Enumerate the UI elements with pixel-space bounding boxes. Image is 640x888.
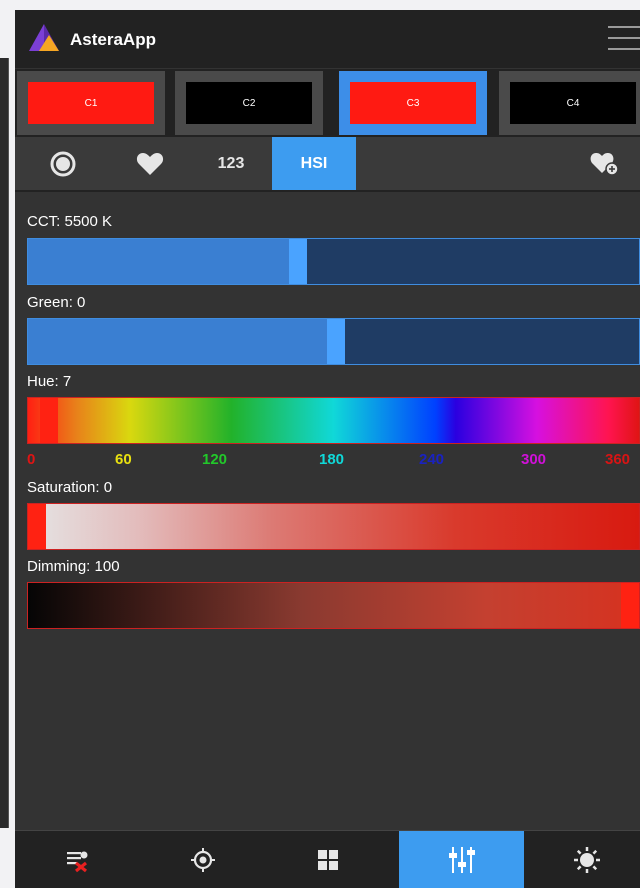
grid-icon	[317, 850, 338, 870]
tab-hsi-label: HSI	[300, 154, 328, 172]
hue-slider[interactable]	[27, 397, 640, 444]
saturation-slider-thumb[interactable]	[28, 504, 46, 549]
fixture-list-remove-icon	[66, 851, 87, 873]
green-slider-fill	[28, 319, 327, 364]
app-title: AsteraApp	[70, 30, 156, 49]
cct-slider[interactable]	[27, 238, 640, 285]
tab-numeric[interactable]: 123	[190, 137, 272, 190]
bottom-nav	[15, 830, 640, 888]
cue-swatch: C2	[186, 82, 312, 124]
menu-icon[interactable]	[608, 26, 640, 52]
color-wheel-icon	[50, 151, 75, 176]
previous-screen-edge	[0, 0, 12, 888]
nav-fixtures[interactable]	[15, 831, 140, 888]
tab-numeric-label: 123	[217, 154, 245, 172]
saturation-slider[interactable]	[27, 503, 640, 550]
astera-app: AsteraApp C1 C2 C3 C4 123 HSI CCT: 5500 …	[15, 10, 640, 888]
tab-color-wheel[interactable]	[15, 137, 110, 190]
cue-bar: C1 C2 C3 C4	[15, 69, 640, 145]
previous-screen-panel	[0, 58, 9, 828]
nav-mixer[interactable]	[399, 831, 524, 888]
cct-slider-fill	[28, 239, 289, 284]
hue-tick-label: 60	[115, 451, 132, 468]
settings-sun-icon	[573, 847, 600, 873]
locate-icon	[190, 848, 215, 872]
saturation-label: Saturation: 0	[27, 479, 113, 496]
cue-button-c1[interactable]: C1	[17, 71, 165, 135]
dimming-slider[interactable]	[27, 582, 640, 629]
hue-tick-label: 360	[605, 451, 631, 468]
nav-locate[interactable]	[140, 831, 265, 888]
add-favorite-button[interactable]	[570, 137, 640, 190]
astera-logo-icon	[29, 24, 59, 51]
hue-slider-thumb[interactable]	[40, 398, 58, 443]
hue-scale: 0 60 120 180 240 300 360	[27, 451, 640, 471]
cue-button-c2[interactable]: C2	[175, 71, 323, 135]
green-slider[interactable]	[27, 318, 640, 365]
tab-favorites[interactable]	[110, 137, 190, 190]
cct-label: CCT: 5500 K	[27, 213, 113, 230]
nav-grid[interactable]	[265, 831, 390, 888]
cue-button-c3[interactable]: C3	[339, 71, 487, 135]
mixer-sliders-icon	[448, 847, 475, 873]
heart-plus-icon	[590, 152, 619, 176]
green-label: Green: 0	[27, 294, 86, 311]
app-header: AsteraApp	[15, 10, 640, 68]
hue-label: Hue: 7	[27, 373, 72, 390]
nav-settings[interactable]	[524, 831, 640, 888]
hue-tick-label: 180	[319, 451, 345, 468]
cue-swatch: C3	[350, 82, 476, 124]
dimming-slider-thumb[interactable]	[621, 583, 639, 628]
hue-tick-label: 300	[521, 451, 547, 468]
heart-icon	[136, 152, 164, 175]
hue-tick-label: 240	[419, 451, 445, 468]
hue-tick-label: 0	[27, 451, 36, 468]
hue-tick-label: 120	[202, 451, 228, 468]
cue-swatch: C1	[28, 82, 154, 124]
cct-slider-thumb[interactable]	[289, 239, 307, 284]
cue-swatch: C4	[510, 82, 636, 124]
cue-button-c4[interactable]: C4	[499, 71, 640, 135]
mode-tabs: 123 HSI	[15, 137, 640, 192]
green-slider-thumb[interactable]	[327, 319, 345, 364]
tab-hsi[interactable]: HSI	[272, 137, 356, 190]
dimming-label: Dimming: 100	[27, 558, 120, 575]
